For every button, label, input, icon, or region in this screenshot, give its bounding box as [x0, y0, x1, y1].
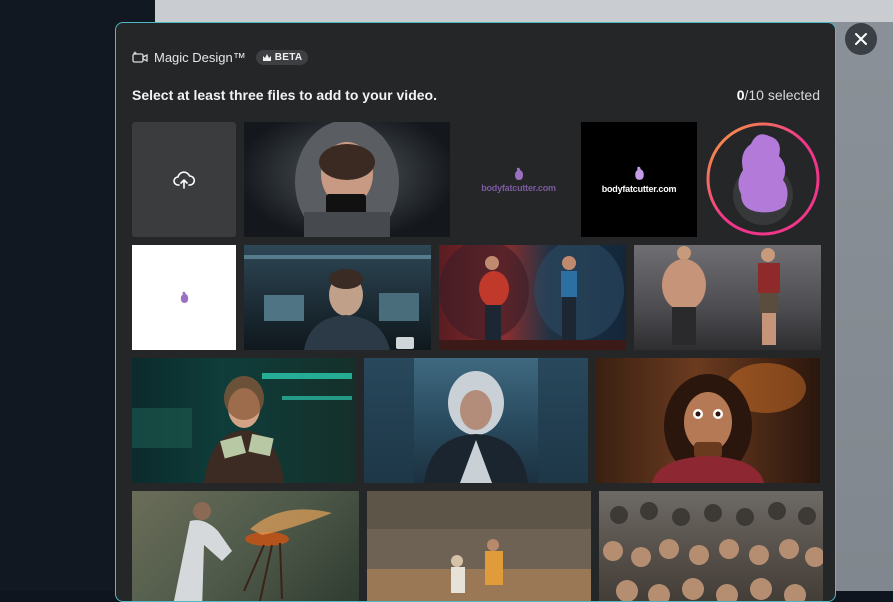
- beta-badge: BETA: [255, 49, 309, 65]
- brand-logo-icon: [180, 291, 188, 303]
- media-thumbnail[interactable]: [132, 358, 356, 483]
- media-thumbnail[interactable]: [132, 245, 236, 350]
- close-button[interactable]: [845, 23, 877, 55]
- crown-icon: [262, 53, 271, 61]
- media-thumbnail[interactable]: [367, 491, 591, 601]
- media-thumbnail[interactable]: [439, 245, 626, 350]
- instruction-text: Select at least three files to add to yo…: [132, 87, 437, 103]
- logo-text: bodyfatcutter.com: [601, 183, 677, 194]
- media-thumbnail[interactable]: [634, 245, 821, 350]
- woman-with-money-image: [132, 373, 352, 483]
- media-thumbnail[interactable]: [599, 491, 823, 601]
- hooded-woman-image: [295, 122, 399, 237]
- media-thumbnail[interactable]: [596, 358, 820, 483]
- magic-design-modal: Magic Design™ BETA Select at least three…: [115, 22, 836, 602]
- media-thumbnail[interactable]: [244, 122, 450, 237]
- cloud-upload-icon: [173, 170, 195, 189]
- modal-header: Magic Design™ BETA: [132, 48, 309, 66]
- brand-logo-icon: [514, 167, 523, 180]
- hooded-man-image: [364, 358, 588, 483]
- selected-total: /10 selected: [744, 87, 821, 103]
- office-man-image: [244, 255, 431, 350]
- beta-badge-label: BETA: [274, 51, 303, 63]
- media-thumbnail[interactable]: bodyfatcutter.com: [581, 122, 697, 237]
- modal-title: Magic Design™: [154, 49, 246, 65]
- media-thumbnail[interactable]: [364, 358, 588, 483]
- girl-eating-image: [652, 363, 806, 483]
- media-thumbnail[interactable]: bodyfatcutter.com: [458, 122, 579, 237]
- crowd-arena-image: [367, 491, 591, 601]
- weight-comparison-image: [662, 246, 780, 345]
- selected-count: 0: [736, 87, 745, 103]
- brand-logo-icon: [634, 166, 644, 180]
- before-after-man-image: [439, 245, 626, 350]
- upload-tile[interactable]: [132, 122, 236, 237]
- avatar-logo-image: [706, 122, 820, 236]
- selection-counter: 0/10 selected: [737, 87, 820, 103]
- magic-camera-icon: [132, 50, 148, 64]
- close-icon: [855, 33, 867, 45]
- logo-text: bodyfatcutter.com: [481, 182, 556, 193]
- media-thumbnail[interactable]: [244, 245, 431, 350]
- soldiers-crowd-image: [603, 502, 823, 601]
- media-thumbnail[interactable]: [705, 122, 822, 237]
- man-and-mosquito-image: [174, 502, 332, 601]
- background-top-strip: [155, 0, 893, 22]
- media-thumbnail[interactable]: [132, 491, 359, 601]
